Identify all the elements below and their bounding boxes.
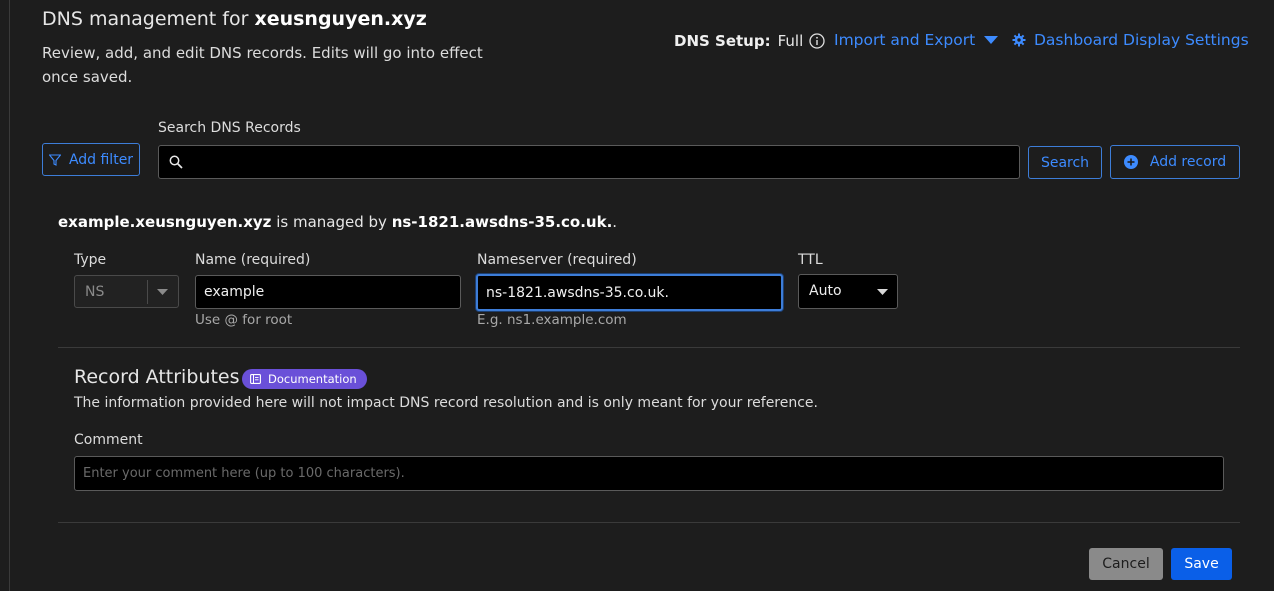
managed-connector: is managed by — [276, 213, 387, 231]
search-box — [158, 145, 1020, 180]
caret-down-icon — [984, 35, 999, 44]
page-title: DNS management for xeusnguyen.xyz — [42, 8, 427, 30]
dns-setup-value: Full — [777, 32, 804, 50]
import-export-link[interactable]: Import and Export — [834, 31, 999, 49]
name-input[interactable] — [195, 275, 461, 309]
search-icon — [169, 155, 183, 169]
type-label: Type — [74, 252, 107, 268]
title-prefix: DNS management for — [42, 8, 249, 30]
comment-input[interactable] — [74, 456, 1224, 491]
managed-suffix: . — [612, 213, 618, 231]
record-attributes-title: Record Attributes — [74, 366, 240, 388]
cancel-button[interactable]: Cancel — [1089, 548, 1163, 580]
gear-icon — [1012, 33, 1026, 47]
nameserver-hint: E.g. ns1.example.com — [477, 312, 627, 328]
managed-record-name: example.xeusnguyen.xyz — [58, 213, 272, 231]
documentation-label: Documentation — [268, 372, 357, 386]
title-domain: xeusnguyen.xyz — [254, 8, 427, 30]
add-record-label: Add record — [1149, 154, 1227, 170]
ttl-value: Auto — [809, 283, 842, 299]
panel-left-border — [9, 0, 10, 591]
chevron-down-icon — [877, 289, 888, 295]
divider — [58, 522, 1240, 523]
nameserver-input[interactable] — [476, 274, 783, 311]
add-filter-label: Add filter — [68, 151, 134, 168]
managed-nameserver: ns-1821.awsdns-35.co.uk. — [391, 213, 613, 231]
comment-label: Comment — [74, 432, 143, 448]
documentation-badge[interactable]: Documentation — [242, 369, 367, 389]
type-value: NS — [85, 284, 105, 300]
dashboard-display-settings-link[interactable]: Dashboard Display Settings — [1012, 31, 1249, 49]
plus-circle-icon — [1123, 155, 1138, 169]
add-filter-button[interactable]: Add filter — [42, 143, 140, 176]
type-select[interactable]: NS — [74, 275, 179, 308]
save-button[interactable]: Save — [1171, 548, 1232, 580]
name-label: Name (required) — [195, 252, 311, 268]
type-select-separator — [147, 280, 148, 304]
name-hint: Use @ for root — [195, 312, 293, 328]
dns-setup: DNS Setup: Full — [674, 30, 825, 52]
page-subtitle: Review, add, and edit DNS records. Edits… — [42, 44, 483, 86]
import-export-label: Import and Export — [834, 31, 976, 49]
search-button[interactable]: Search — [1028, 146, 1102, 179]
dashboard-settings-label: Dashboard Display Settings — [1034, 31, 1249, 49]
managed-by-text: example.xeusnguyen.xyz is managed by ns-… — [58, 213, 617, 231]
book-icon — [250, 374, 261, 384]
ttl-label: TTL — [798, 252, 823, 268]
ttl-select[interactable]: Auto — [798, 274, 898, 309]
search-label: Search DNS Records — [158, 120, 301, 136]
chevron-down-icon — [157, 289, 168, 295]
search-input[interactable] — [191, 146, 1015, 180]
nameserver-label: Nameserver (required) — [477, 252, 637, 268]
dns-setup-label: DNS Setup: — [674, 32, 771, 50]
divider — [58, 347, 1240, 348]
add-record-button[interactable]: Add record — [1110, 145, 1240, 179]
record-attributes-description: The information provided here will not i… — [74, 395, 818, 411]
info-icon[interactable] — [809, 33, 825, 49]
filter-icon — [48, 153, 61, 166]
